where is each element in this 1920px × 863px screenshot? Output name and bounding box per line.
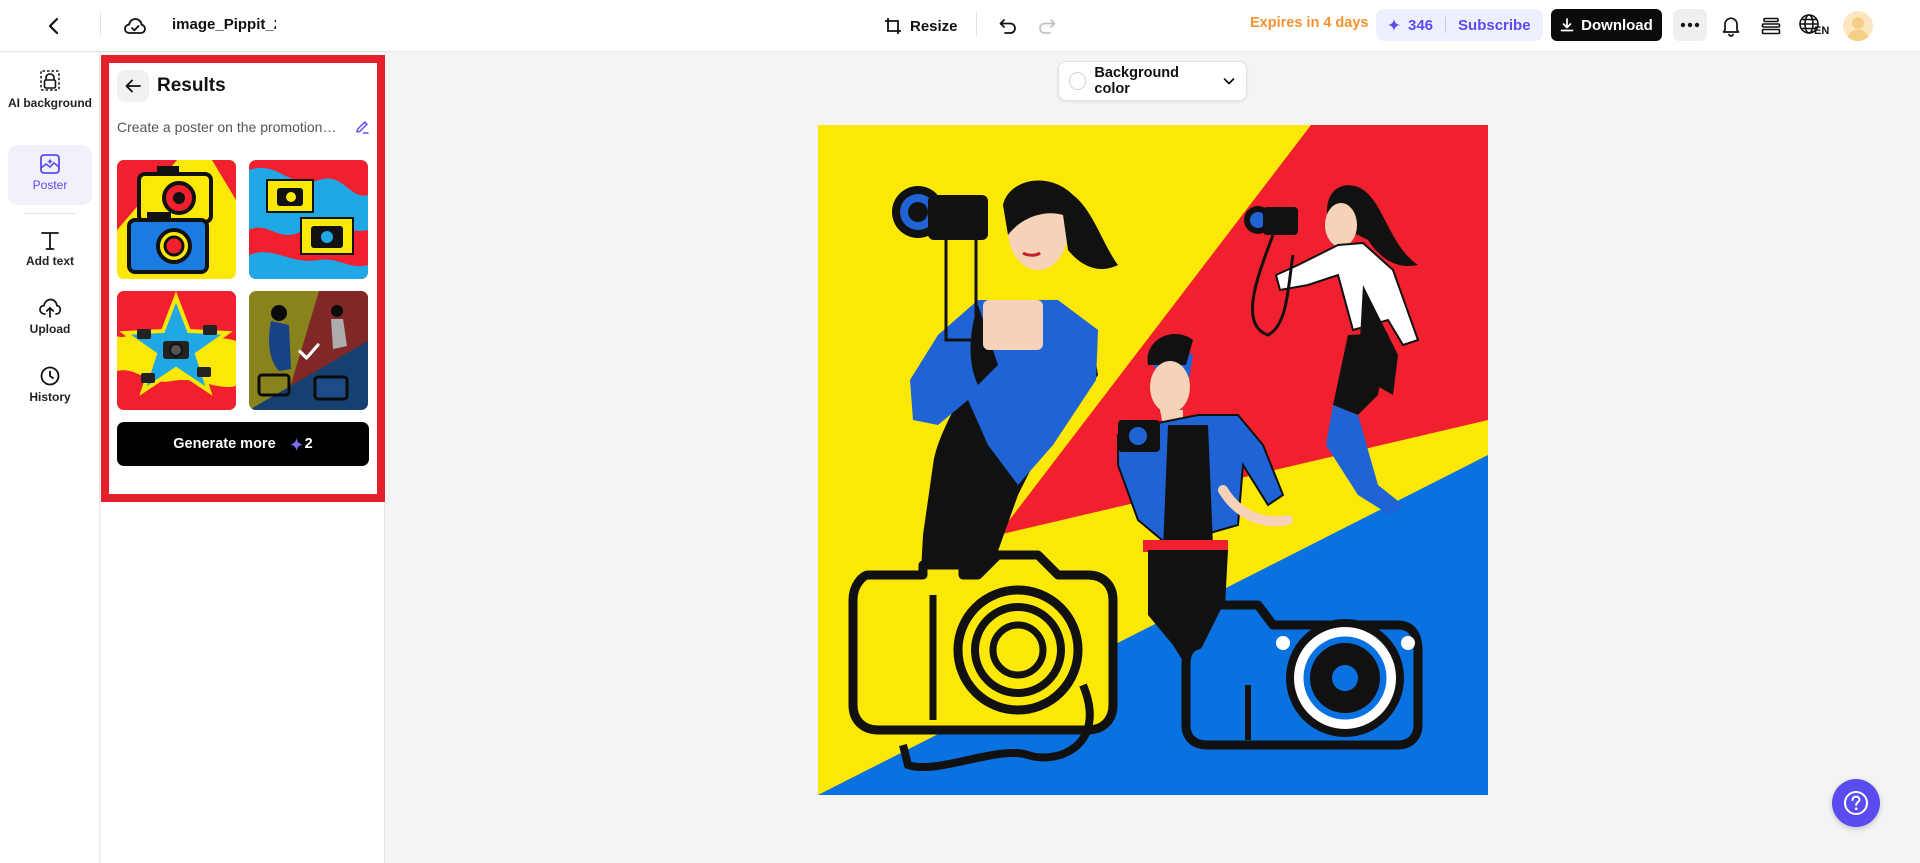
sidebar-item-label: AI background: [8, 96, 93, 110]
help-icon[interactable]: [1832, 779, 1880, 827]
resize-button[interactable]: Resize: [884, 11, 958, 41]
credits-sparkle-icon: [1388, 19, 1400, 31]
results-panel: Results Create a poster on the promotion…: [101, 53, 385, 863]
background-color-dropdown[interactable]: Background color: [1058, 61, 1247, 101]
checkmark-icon: [298, 343, 320, 360]
divider: [100, 12, 101, 36]
color-swatch: [1069, 72, 1087, 90]
expiry-notice[interactable]: Expires in 4 days: [1250, 15, 1368, 31]
credits-count: 346: [1408, 16, 1434, 34]
layers-stack-icon[interactable]: [1756, 11, 1786, 41]
sidebar-item-history[interactable]: History: [8, 365, 92, 417]
generate-more-label: Generate more: [173, 436, 276, 452]
download-icon: [1560, 18, 1574, 32]
language-selector[interactable]: EN: [1796, 11, 1832, 41]
file-name[interactable]: image_Pippit_20: [172, 14, 276, 36]
generate-more-button[interactable]: Generate more 2: [117, 422, 369, 466]
result-thumbnail-1[interactable]: [117, 160, 236, 279]
prompt-text[interactable]: Create a poster on the promotional campa…: [117, 119, 343, 135]
results-section: Results Create a poster on the promotion…: [101, 55, 385, 502]
undo-icon[interactable]: [993, 11, 1023, 41]
edit-prompt-icon[interactable]: [352, 117, 372, 137]
history-icon: [40, 366, 60, 386]
result-thumbnail-3[interactable]: [117, 291, 236, 410]
download-button[interactable]: Download: [1551, 9, 1662, 41]
sidebar-item-poster[interactable]: Poster: [8, 145, 92, 205]
tool-rail: AI background Poster Add text Upload His…: [0, 53, 100, 863]
sidebar-item-add-text[interactable]: Add text: [8, 229, 92, 281]
credits-subscribe-pill[interactable]: 346 Subscribe: [1376, 9, 1543, 41]
ai-background-icon: [40, 70, 60, 91]
sidebar-item-label: Poster: [32, 178, 68, 192]
divider: [976, 12, 977, 36]
divider: [24, 213, 76, 214]
upload-icon: [39, 298, 62, 318]
result-thumbnail-4[interactable]: [249, 291, 368, 410]
sidebar-item-label: Add text: [26, 254, 74, 268]
top-bar: image_Pippit_20 Resize Expires in 4 days…: [0, 0, 1920, 52]
resize-label: Resize: [910, 17, 958, 35]
notification-bell-icon[interactable]: [1716, 11, 1746, 41]
generate-cost: 2: [289, 436, 313, 452]
divider: [1445, 17, 1447, 33]
redo-icon[interactable]: [1032, 11, 1062, 41]
chevron-down-icon: [1222, 74, 1236, 88]
poster-canvas[interactable]: [818, 125, 1488, 795]
sidebar-item-label: History: [29, 390, 71, 404]
cloud-sync-icon[interactable]: [120, 11, 150, 41]
sidebar-item-ai-background[interactable]: AI background: [8, 63, 92, 131]
result-thumbnail-2[interactable]: [249, 160, 368, 279]
generate-cost-value: 2: [304, 436, 313, 452]
back-arrow-icon[interactable]: [117, 70, 149, 102]
poster-icon: [40, 154, 60, 174]
poster-image: [818, 125, 1488, 795]
credit-sparkle-icon: [289, 437, 303, 451]
subscribe-link[interactable]: Subscribe: [1458, 17, 1531, 34]
text-icon: [41, 232, 59, 250]
results-title: Results: [157, 75, 226, 96]
resize-icon: [885, 18, 901, 34]
more-options-icon[interactable]: [1673, 9, 1707, 41]
sidebar-item-label: Upload: [29, 322, 71, 336]
language-code: EN: [1814, 25, 1830, 37]
background-color-label: Background color: [1094, 65, 1180, 97]
download-label: Download: [1581, 16, 1653, 34]
user-avatar[interactable]: [1843, 11, 1873, 41]
sidebar-item-upload[interactable]: Upload: [8, 297, 92, 349]
back-icon[interactable]: [40, 12, 68, 40]
